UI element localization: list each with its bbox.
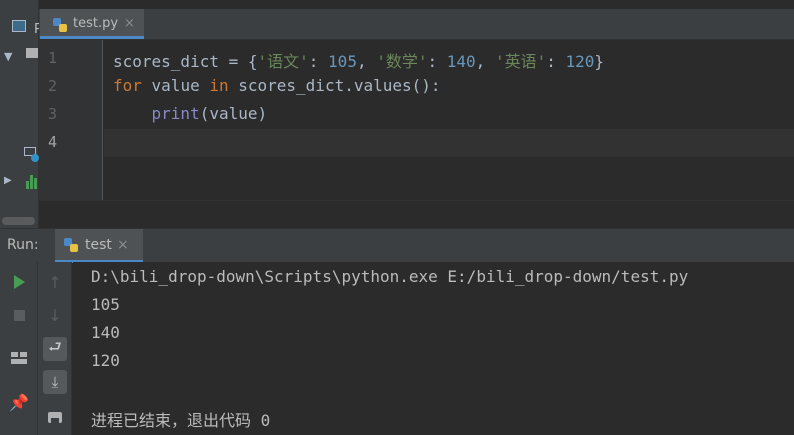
stop-icon[interactable] (7, 303, 31, 327)
notification-dot-icon (31, 154, 39, 162)
line-number: 1 (47, 49, 57, 67)
run-tab-label: test (85, 237, 112, 253)
line-number: 2 (47, 77, 57, 95)
run-panel-header: Run: test × (0, 228, 794, 263)
pin-icon[interactable]: 📌 (7, 390, 31, 414)
soft-wrap-icon[interactable]: ⮐ (43, 337, 67, 361)
code-token: 105 (328, 52, 357, 71)
scrollbar-thumb[interactable] (2, 217, 35, 225)
console-output-line: 105 (91, 295, 120, 314)
arrow-up-icon[interactable]: ↑ (43, 270, 67, 294)
code-token: 120 (565, 52, 595, 71)
code-token: (value) (199, 104, 268, 123)
code-token: value (141, 76, 210, 95)
code-token: , (475, 52, 495, 71)
console-exit-message: 进程已结束，退出代码 0 (91, 411, 271, 430)
project-horizontal-scrollbar[interactable] (0, 214, 38, 228)
python-file-icon (53, 18, 67, 32)
scroll-to-end-icon[interactable]: ⤓ (43, 370, 67, 394)
library-bars-icon (26, 175, 38, 189)
run-tab-test[interactable]: test × (55, 229, 143, 263)
line-number-gutter: 1 2 3 4 (39, 40, 103, 200)
close-icon[interactable]: × (124, 16, 135, 31)
console-command-line: D:\bili_drop-down\Scripts\python.exe E:/… (91, 267, 689, 286)
editor-tab-label: test.py (73, 16, 119, 31)
code-token: print (151, 104, 200, 123)
code-line: scores_dict = {'语文': 105, '数学': 140, '英语… (113, 48, 604, 72)
code-token: : (427, 52, 447, 71)
python-run-config-icon (64, 238, 78, 252)
code-token: '数学' (376, 52, 428, 71)
run-toolbar-primary: 📌 (0, 262, 38, 435)
code-token: } (594, 52, 605, 71)
print-icon[interactable] (43, 405, 67, 429)
code-token: : (308, 52, 329, 71)
run-panel-label: Run: (7, 237, 39, 253)
line-number: 3 (47, 105, 57, 123)
run-toolbar-secondary: ↑ ↓ ⮐ ⤓ (38, 262, 72, 435)
code-token: for (113, 76, 142, 95)
tree-collapsed-icon[interactable]: ▶ (4, 175, 12, 186)
console-output-line: 140 (91, 323, 120, 342)
project-tab[interactable]: P (0, 9, 42, 37)
code-token: , (356, 52, 377, 71)
code-token: : (546, 52, 566, 71)
editor-empty-area[interactable] (39, 200, 794, 229)
code-token: '语文' (257, 52, 309, 71)
code-token: '英语' (494, 52, 547, 71)
code-line: for value in scores_dict.values(): (113, 76, 441, 95)
project-window-icon (12, 20, 26, 32)
line-number-current: 4 (47, 133, 57, 151)
code-token: in (209, 76, 229, 95)
run-console[interactable]: D:\bili_drop-down\Scripts\python.exe E:/… (73, 262, 794, 435)
arrow-down-icon[interactable]: ↓ (43, 303, 67, 327)
editor-tab-test-py[interactable]: test.py × (40, 9, 144, 39)
code-token: scores_dict.values(): (228, 76, 441, 95)
tree-expand-icon[interactable]: ▼ (4, 50, 12, 63)
editor-tab-bar (39, 9, 794, 40)
layout-icon[interactable] (7, 346, 31, 370)
current-line-highlight (104, 129, 794, 157)
code-line: print(value) (113, 104, 268, 123)
play-icon[interactable] (7, 270, 31, 294)
console-output-line: 120 (91, 351, 120, 370)
code-token: scores_dict = { (113, 52, 258, 71)
code-token: 140 (446, 52, 476, 71)
folder-icon (26, 48, 38, 58)
close-icon[interactable]: × (117, 237, 129, 253)
